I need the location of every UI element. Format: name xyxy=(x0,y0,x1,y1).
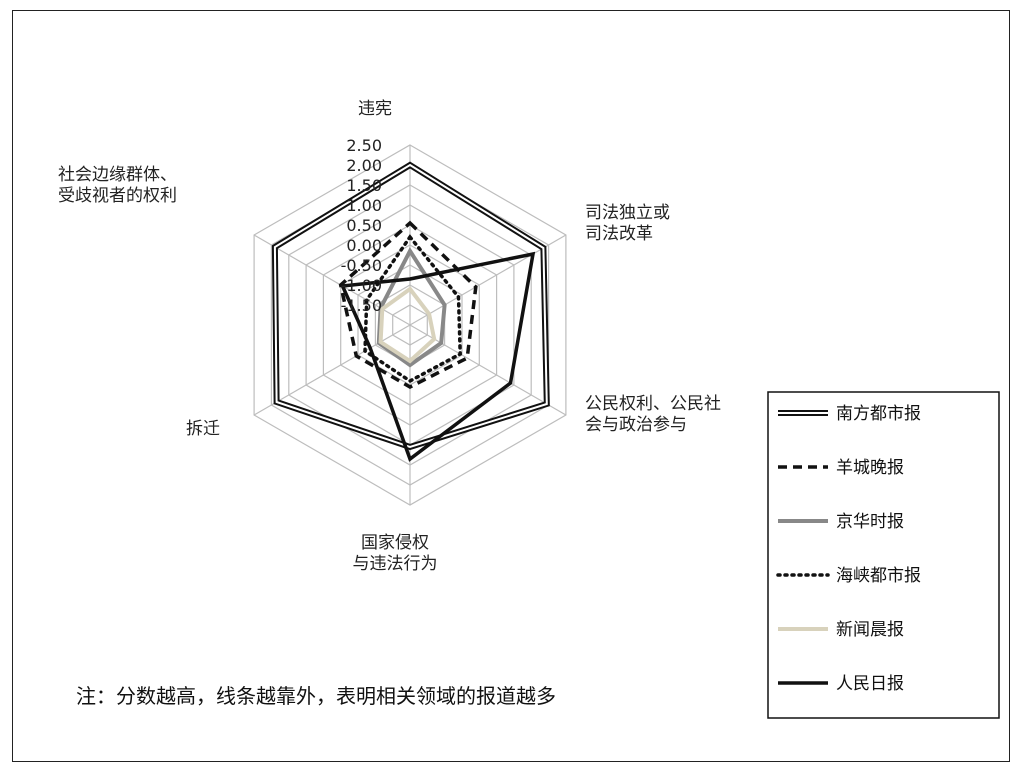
legend-label: 海峡都市报 xyxy=(836,566,921,586)
axis-label: 司法独立或司法改革 xyxy=(585,203,670,244)
legend-label: 京华时报 xyxy=(836,512,904,532)
tick-label: 2.50 xyxy=(346,136,382,155)
axis-label: 拆迁 xyxy=(186,419,220,439)
axis-label: 国家侵权与违法行为 xyxy=(353,533,438,574)
tick-label: 1.00 xyxy=(346,196,382,215)
radar-chart: -1.50-1.00-0.500.000.501.001.502.002.50 … xyxy=(58,99,1000,719)
chart-note: 注：分数越高，线条越靠外，表明相关领域的报道越多 xyxy=(76,684,556,708)
axis-label: 公民权利、公民社会与政治参与 xyxy=(585,394,721,435)
legend-label: 新闻晨报 xyxy=(836,620,904,640)
radar-series xyxy=(271,161,550,462)
axis-label: 违宪 xyxy=(358,99,392,119)
axis-label: 社会边缘群体、受歧视者的权利 xyxy=(58,165,177,206)
tick-label: 0.00 xyxy=(346,236,382,255)
legend-box xyxy=(767,391,1000,719)
legend-label: 羊城晚报 xyxy=(836,458,904,478)
tick-label: 0.50 xyxy=(346,216,382,235)
tick-label: 1.50 xyxy=(346,176,382,195)
tick-label: -1.50 xyxy=(341,296,382,315)
tick-label: -1.00 xyxy=(341,276,382,295)
legend-label: 南方都市报 xyxy=(836,404,921,424)
legend: 南方都市报羊城晚报京华时报海峡都市报新闻晨报人民日报 xyxy=(767,391,1000,719)
tick-label: -0.50 xyxy=(341,256,382,275)
tick-label: 2.00 xyxy=(346,156,382,175)
tick-labels: -1.50-1.00-0.500.000.501.001.502.002.50 xyxy=(341,136,382,315)
legend-label: 人民日报 xyxy=(836,674,904,694)
